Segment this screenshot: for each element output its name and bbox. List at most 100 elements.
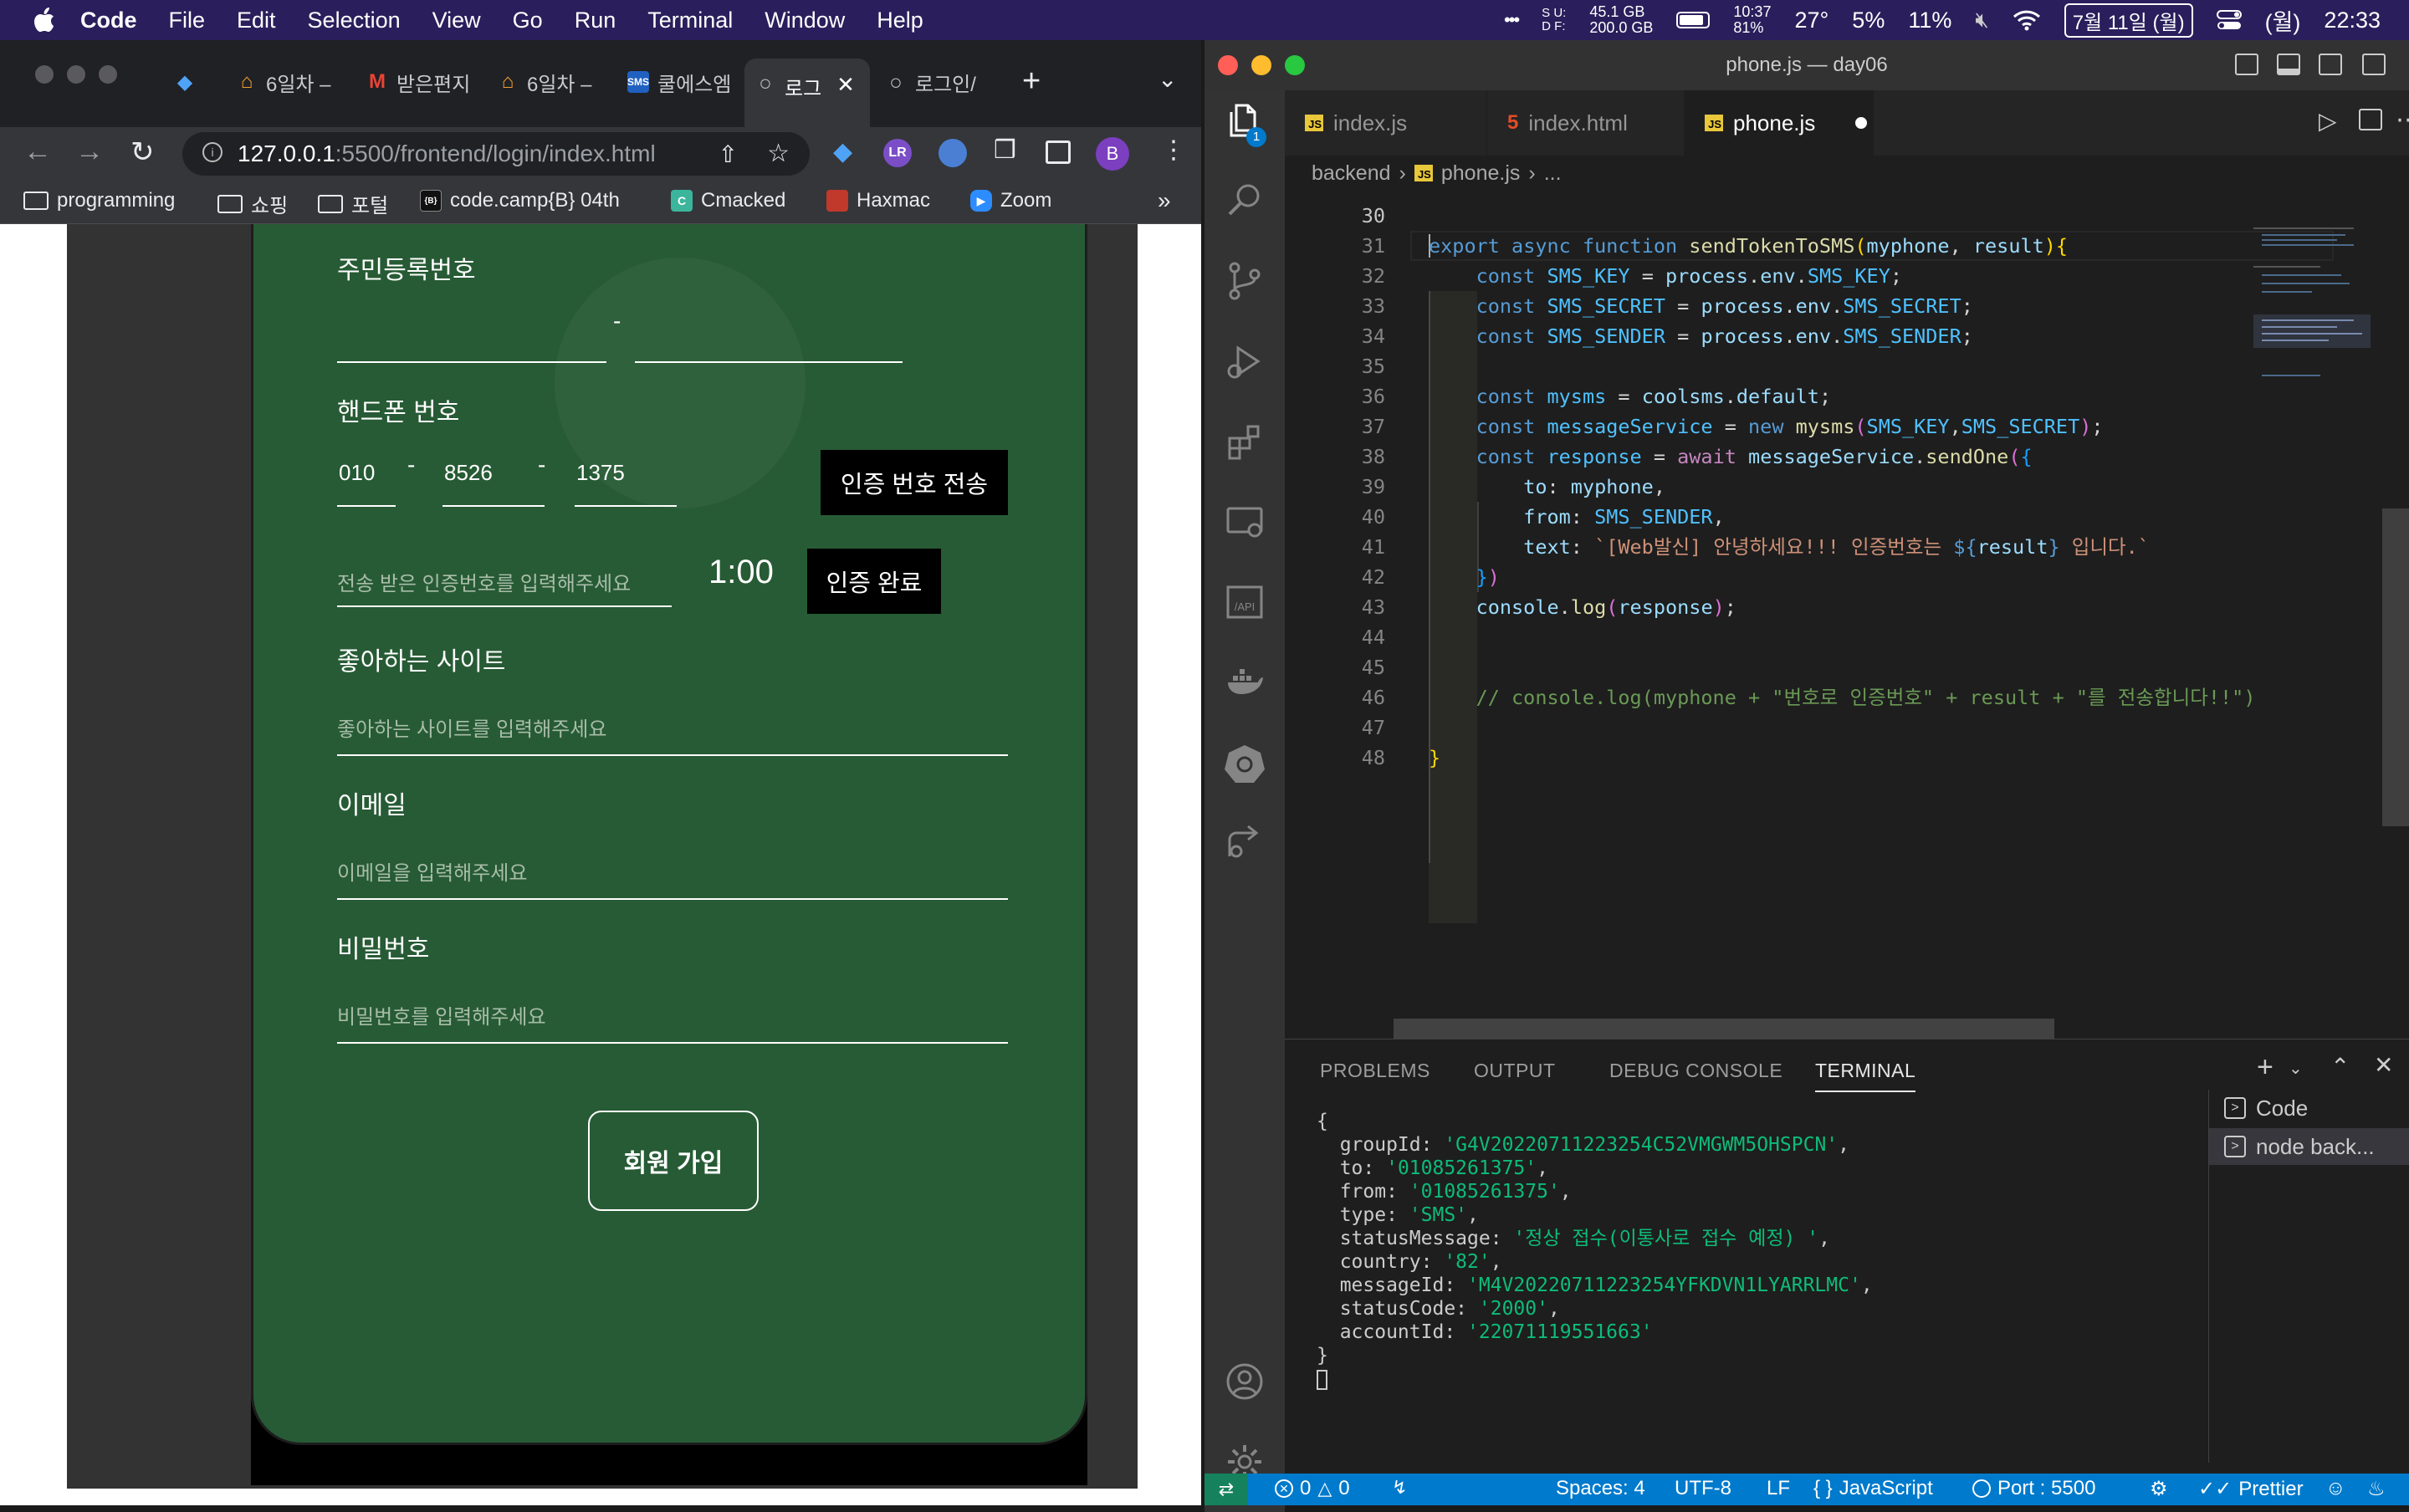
- eol-status[interactable]: LF: [1767, 1477, 1790, 1500]
- token-input[interactable]: [337, 605, 672, 607]
- unsaved-dot-icon[interactable]: [1855, 117, 1868, 129]
- extensions-puzzle-icon[interactable]: ❒: [994, 135, 1016, 165]
- menu-app-name[interactable]: Code: [80, 8, 137, 33]
- battery-stat[interactable]: 10:37 81%: [1733, 4, 1771, 36]
- tab-coolsms[interactable]: SMS 쿨에스엠: [617, 60, 743, 104]
- menu-window[interactable]: Window: [765, 8, 845, 33]
- maximize-panel-icon[interactable]: ⌃: [2330, 1053, 2350, 1080]
- control-center-icon[interactable]: [2216, 9, 2242, 31]
- more-dots-icon[interactable]: •••: [1504, 9, 1520, 31]
- extension-compass-icon[interactable]: [939, 139, 967, 167]
- tab-login-2[interactable]: ○ 로그인/: [875, 60, 1000, 104]
- email-input[interactable]: [337, 898, 1008, 900]
- minimap[interactable]: [2253, 191, 2379, 1027]
- remote-indicator[interactable]: ⇄: [1204, 1474, 1248, 1505]
- forward-icon[interactable]: →: [75, 135, 104, 168]
- tab-search-icon[interactable]: ⌄: [1158, 65, 1177, 93]
- signup-button[interactable]: 회원 가입: [588, 1111, 759, 1211]
- verify-token-button[interactable]: 인증 완료: [807, 549, 941, 614]
- bookmark-zoom[interactable]: ▶ Zoom: [970, 189, 1051, 212]
- accounts-icon[interactable]: [1225, 1361, 1265, 1402]
- close-tab-icon[interactable]: ✕: [836, 72, 855, 98]
- encoding-status[interactable]: UTF-8: [1675, 1477, 1731, 1500]
- docker-icon[interactable]: [1225, 662, 1265, 702]
- menu-run[interactable]: Run: [575, 8, 616, 33]
- disk-usage[interactable]: 45.1 GB 200.0 GB: [1589, 4, 1653, 36]
- tab-output[interactable]: OUTPUT: [1474, 1060, 1556, 1082]
- tab-problems[interactable]: PROBLEMS: [1320, 1060, 1430, 1082]
- tab-gmail[interactable]: M 받은편지: [356, 60, 482, 104]
- tab-pinned[interactable]: ◆: [164, 60, 214, 104]
- menu-edit[interactable]: Edit: [237, 8, 276, 33]
- menu-file[interactable]: File: [169, 8, 206, 33]
- profile-avatar[interactable]: B: [1096, 137, 1129, 171]
- tab-phone-js[interactable]: JS phone.js: [1685, 90, 1874, 156]
- bookmark-codecamp[interactable]: {B} code.camp{B} 04th: [420, 189, 620, 212]
- password-input[interactable]: [337, 1042, 1008, 1044]
- menu-view[interactable]: View: [432, 8, 481, 33]
- ssn-front-input[interactable]: [337, 361, 606, 363]
- tab-debug-console[interactable]: DEBUG CONSOLE: [1609, 1060, 1782, 1082]
- reload-icon[interactable]: ↻: [130, 135, 155, 169]
- run-code-icon[interactable]: ▷: [2319, 107, 2337, 135]
- bookmark-folder-programming[interactable]: programming: [23, 189, 175, 212]
- bookmark-folder-portal[interactable]: 포털: [318, 189, 388, 218]
- toggle-secondary-sidebar-icon[interactable]: [2319, 54, 2342, 75]
- problems-indicator[interactable]: ✕ 0 △ 0: [1275, 1477, 1350, 1500]
- breadcrumb-symbol[interactable]: ...: [1544, 161, 1562, 186]
- terminal-item-node[interactable]: > node back...: [2209, 1128, 2409, 1165]
- address-bar[interactable]: i 127.0.0.1:5500/frontend/login/index.ht…: [182, 132, 810, 176]
- tab-day6-2[interactable]: ⌂ 6일차 –: [487, 60, 612, 104]
- notifications-bell-icon[interactable]: ♨: [2367, 1477, 2386, 1501]
- share-icon[interactable]: ⇧: [719, 140, 738, 168]
- new-tab-icon[interactable]: +: [1022, 64, 1041, 100]
- editor-more-icon[interactable]: ⋯: [2396, 105, 2409, 135]
- bookmark-folder-shopping[interactable]: 쇼핑: [217, 189, 288, 218]
- phone-part3-input[interactable]: [575, 505, 677, 507]
- date-badge[interactable]: 7월 11일 (월): [2064, 3, 2193, 38]
- menu-go[interactable]: Go: [513, 8, 543, 33]
- apple-icon[interactable]: [33, 8, 55, 33]
- cpu-usage[interactable]: 5%: [1852, 8, 1885, 33]
- menu-help[interactable]: Help: [877, 8, 923, 33]
- zoom-window-button[interactable]: [99, 65, 117, 84]
- api-icon[interactable]: /API: [1225, 582, 1265, 622]
- zoom-window-button[interactable]: [1285, 55, 1305, 75]
- wifi-icon[interactable]: [2013, 9, 2041, 31]
- code-editor[interactable]: 30 31 export async function sendTokenToSMS…: [1285, 191, 2334, 1039]
- feedback-icon[interactable]: ☺: [2325, 1477, 2346, 1500]
- toggle-panel-icon[interactable]: [2277, 54, 2300, 75]
- bookmark-cmacked[interactable]: C Cmacked: [671, 189, 785, 212]
- bookmarks-more-icon[interactable]: »: [1158, 187, 1171, 214]
- menu-terminal[interactable]: Terminal: [647, 8, 733, 33]
- close-window-button[interactable]: [35, 65, 54, 84]
- clock[interactable]: 22:33: [2324, 8, 2381, 33]
- search-icon[interactable]: [1225, 181, 1265, 221]
- live-server-status[interactable]: Port : 5500: [1972, 1477, 2095, 1500]
- run-debug-icon[interactable]: [1225, 341, 1265, 381]
- tab-index-js[interactable]: JS index.js: [1285, 90, 1487, 156]
- ssn-back-input[interactable]: [635, 361, 903, 363]
- breadcrumb-folder[interactable]: backend: [1312, 161, 1391, 186]
- battery-icon[interactable]: [1676, 12, 1711, 28]
- tab-terminal[interactable]: TERMINAL: [1815, 1060, 1916, 1092]
- terminal-output[interactable]: { groupId: 'G4V20220711223254C52VMGWM5OH…: [1317, 1110, 2203, 1391]
- customize-layout-icon[interactable]: [2362, 54, 2386, 75]
- site-input[interactable]: [337, 754, 1008, 756]
- temperature[interactable]: 27°: [1794, 8, 1828, 33]
- bookmark-star-icon[interactable]: ☆: [767, 139, 790, 168]
- lightning-icon[interactable]: ↯: [1392, 1477, 1407, 1499]
- terminal-dropdown-icon[interactable]: ⌄: [2289, 1058, 2303, 1079]
- bookmark-haxmac[interactable]: Haxmac: [826, 189, 930, 212]
- breadcrumb-file[interactable]: phone.js: [1441, 161, 1521, 186]
- minimize-window-button[interactable]: [67, 65, 85, 84]
- phone-part2-input[interactable]: [442, 505, 545, 507]
- split-editor-icon[interactable]: [2359, 109, 2382, 130]
- mute-icon[interactable]: 🔇︎: [1975, 7, 1988, 33]
- send-token-button[interactable]: 인증 번호 전송: [821, 450, 1008, 515]
- extension-lr-icon[interactable]: LR: [883, 139, 912, 167]
- prettier-status[interactable]: ✓✓ Prettier: [2198, 1477, 2304, 1501]
- editor-horizontal-scrollbar[interactable]: [1394, 1019, 2054, 1039]
- kubernetes-icon[interactable]: [1225, 743, 1265, 783]
- close-panel-icon[interactable]: ✕: [2374, 1051, 2393, 1079]
